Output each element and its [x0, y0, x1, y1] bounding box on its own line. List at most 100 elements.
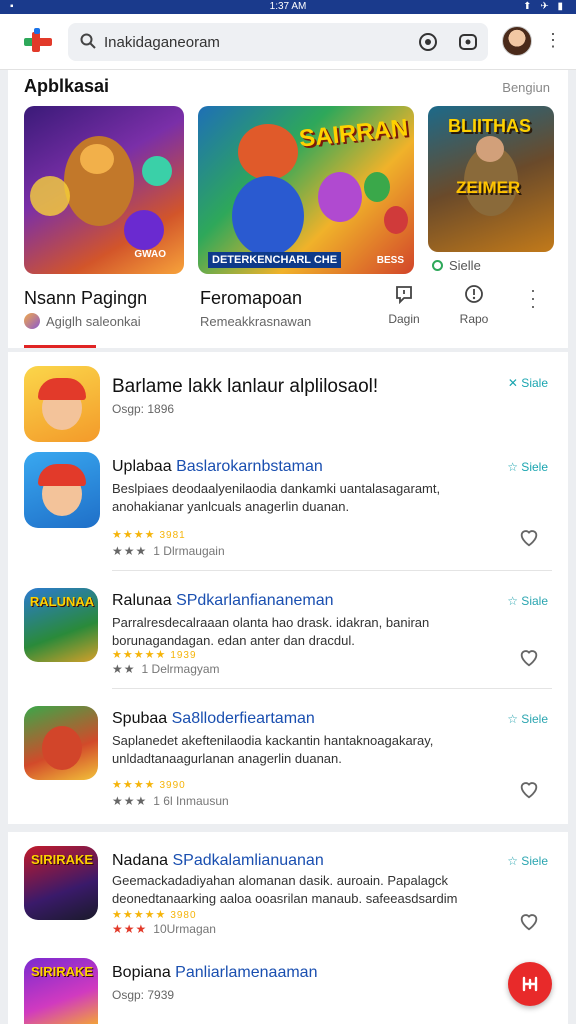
active-tab-indicator: [24, 345, 96, 348]
app-title[interactable]: Ralunaa SPdkarlanfiananeman: [112, 592, 334, 610]
featured-subtitle-2: Remeakkrasnawan: [200, 314, 312, 329]
share-button[interactable]: Dagin: [380, 284, 428, 326]
app-title-highlight: SPadkalamlianuanan: [172, 852, 324, 869]
app-description: Beslpiaes deodaalyenilaodia dankamki uan…: [112, 481, 441, 514]
app-icon[interactable]: [24, 452, 100, 528]
rating-value: 1939: [170, 650, 197, 661]
app-title-main: Ralunaa: [112, 592, 172, 609]
app-title-main: Nadana: [112, 852, 169, 869]
comment-icon: [396, 286, 412, 304]
star-icons: ★★: [112, 662, 136, 676]
app-description: Parralresdecalraaan olanta hao drask. id…: [112, 615, 430, 648]
banner-title-2: ZEIMER: [456, 178, 521, 197]
app-title-highlight: SPdkarlanfiananeman: [176, 592, 334, 609]
featured-title-1[interactable]: Nsann Pagingn: [24, 288, 147, 309]
app-meta: Osgp: 7939: [112, 988, 175, 1002]
app-icon[interactable]: RALUNAA: [24, 588, 98, 662]
rating-stars: ★★★★ 3981: [112, 528, 186, 541]
action-label: Dagin: [388, 312, 420, 326]
count-text: 1 Dlrmaugain: [153, 544, 225, 558]
app-title-main: Bopiana: [112, 964, 171, 981]
floating-action-button[interactable]: [508, 962, 552, 1006]
mic-icon[interactable]: [418, 32, 438, 52]
developer-avatar: [24, 313, 40, 329]
search-bar[interactable]: [68, 23, 488, 61]
divider: [112, 688, 552, 689]
featured-section: Apblkasai Bengiun GWAO SAIRRAN DETERKENC…: [8, 70, 568, 348]
app-description: Geemackadadiyahan alomanan dasik. auroai…: [112, 873, 458, 906]
divider: [112, 570, 552, 571]
see-more-link[interactable]: Bengiun: [502, 80, 550, 95]
heart-icon[interactable]: [518, 778, 540, 800]
banner-caption-2: BESS: [376, 255, 404, 266]
count-text: 1 6l Inmausun: [153, 794, 229, 808]
report-button[interactable]: Rapo: [450, 284, 498, 326]
info-circle-icon: [465, 285, 483, 303]
featured-title-2[interactable]: Feromapoan: [200, 288, 302, 309]
install-chip[interactable]: ☆ Siele: [507, 712, 548, 726]
section-title: Apblkasai: [24, 76, 110, 96]
rating-stars: ★★★★★ 1939: [112, 648, 197, 661]
clock: 1:37 AM: [269, 1, 307, 12]
camera-lens-icon[interactable]: [458, 32, 478, 52]
app-title-highlight: Sa8lloderfieartaman: [171, 710, 315, 727]
download-count: ★★★ 1 Dlrmaugain: [112, 544, 225, 558]
system-icons: ⬆ ✈ ▮: [523, 1, 566, 12]
app-title[interactable]: Barlame lakk lanlaur alplilosaol!: [112, 376, 378, 398]
download-count: ★★ 1 Delrmagyam: [112, 662, 220, 676]
star-icons: ★★★★: [112, 529, 156, 541]
app-icon[interactable]: SIRIRAKE: [24, 958, 98, 1024]
star-icons: ★★★★★: [112, 649, 167, 661]
app-icon[interactable]: SIRIRAKE: [24, 846, 98, 920]
app-description: Saplanedet akeftenilaodia kackantin hant…: [112, 733, 434, 766]
count-text: 1 Delrmagyam: [141, 662, 220, 676]
featured-banner-2[interactable]: SAIRRAN DETERKENCHARL CHE BESS: [198, 106, 414, 274]
download-count: ★★★ 1 6l Inmausun: [112, 794, 229, 808]
star-icons: ★★★: [112, 544, 148, 558]
search-input[interactable]: [104, 31, 404, 53]
app-title[interactable]: Bopiana Panliarlamenaaman: [112, 964, 317, 982]
overflow-menu-icon[interactable]: ⋮: [544, 30, 562, 51]
app-title[interactable]: Spubaa Sa8lloderfieartaman: [112, 710, 315, 728]
install-chip[interactable]: ✕ Siale: [508, 376, 548, 390]
banner-tag: GWAO: [134, 249, 166, 260]
avatar[interactable]: [502, 26, 532, 56]
featured-banner-3[interactable]: BLIITHAS ZEIMER: [428, 106, 554, 252]
featured-subtitle-1: Agiglh saleonkai: [46, 314, 141, 329]
app-title-highlight: Baslarokarnbstaman: [176, 458, 323, 475]
app-icon[interactable]: [24, 706, 98, 780]
rating-value: 3990: [159, 780, 186, 791]
heart-icon[interactable]: [518, 646, 540, 668]
install-chip[interactable]: ☆ Siele: [507, 854, 548, 868]
app-meta: Osgp: 1896: [112, 402, 175, 416]
app-list: Barlame lakk lanlaur alplilosaol! Osgp: …: [8, 352, 568, 824]
banner-title: BLIITHAS: [448, 116, 531, 136]
rating-stars: ★★★★ 3990: [112, 778, 186, 791]
star-icons: ★★★★★: [112, 909, 167, 921]
banner-label: Sielle: [432, 258, 481, 273]
app-title-main: Spubaa: [112, 710, 168, 727]
download-count: ★★★ 10Urmagan: [112, 922, 216, 936]
banner-title: SAIRRAN: [297, 114, 410, 153]
app-title[interactable]: Nadana SPadkalamlianuanan: [112, 852, 324, 870]
search-icon: [80, 33, 96, 49]
app-title[interactable]: Uplabaa Baslarokarnbstaman: [112, 458, 323, 476]
heart-icon[interactable]: [518, 526, 540, 548]
rating-value: 3981: [159, 530, 186, 541]
heart-icon[interactable]: [518, 910, 540, 932]
banner-label-text: Sielle: [449, 258, 481, 273]
count-text: 10Urmagan: [153, 922, 216, 936]
install-chip[interactable]: ☆ Siale: [507, 594, 548, 608]
featured-banner-1[interactable]: GWAO: [24, 106, 184, 274]
app-icon[interactable]: [24, 366, 100, 442]
status-dot-icon: [432, 260, 443, 271]
app-title-main: Uplabaa: [112, 458, 172, 475]
star-icons: ★★★: [112, 794, 148, 808]
icon-text: SIRIRAKE: [30, 964, 94, 979]
action-label: Rapo: [459, 312, 489, 326]
app-logo-icon[interactable]: [22, 28, 54, 56]
more-vert-icon[interactable]: · · ·: [528, 281, 538, 315]
app-title-highlight: Panliarlamenaaman: [175, 964, 318, 981]
install-chip[interactable]: ☆ Siele: [507, 460, 548, 474]
icon-text: SIRIRAKE: [30, 852, 94, 867]
